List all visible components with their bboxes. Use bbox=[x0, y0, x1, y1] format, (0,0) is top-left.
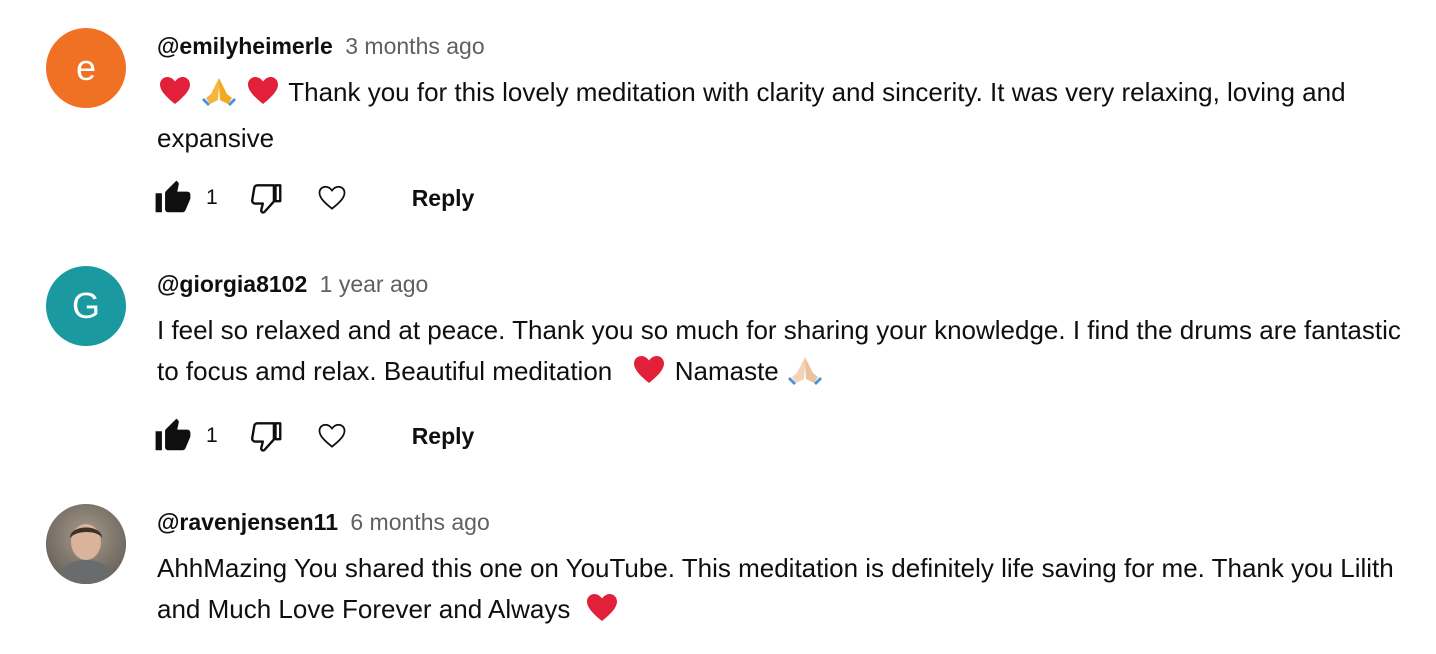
heart-emoji-icon bbox=[247, 76, 279, 118]
avatar[interactable]: G bbox=[46, 266, 126, 346]
comment-timestamp[interactable]: 3 months ago bbox=[345, 33, 484, 59]
avatar-letter: G bbox=[71, 285, 100, 326]
heart-emoji-icon bbox=[633, 355, 665, 397]
folded-hands-emoji-icon bbox=[788, 355, 822, 397]
like-count: 1 bbox=[206, 424, 218, 447]
avatar[interactable] bbox=[46, 504, 126, 584]
comment-text: I feel so relaxed and at peace. Thank yo… bbox=[157, 310, 1407, 397]
comment-body: Thank you for this lovely meditation wit… bbox=[157, 77, 1346, 153]
author-name[interactable]: @giorgia8102 bbox=[157, 271, 307, 297]
comment-body-part1: I feel so relaxed and at peace. Thank yo… bbox=[157, 315, 1401, 386]
thumbs-down-icon[interactable] bbox=[246, 179, 286, 217]
comment-text: Thank you for this lovely meditation wit… bbox=[157, 72, 1407, 159]
avatar-letter: e bbox=[75, 47, 97, 88]
heart-icon[interactable] bbox=[316, 421, 348, 451]
heart-emoji-icon bbox=[159, 76, 191, 118]
comment-actions: 1 Reply bbox=[154, 416, 474, 456]
comment-timestamp[interactable]: 1 year ago bbox=[320, 271, 429, 297]
author-name[interactable]: @emilyheimerle bbox=[157, 33, 333, 59]
like-count: 1 bbox=[206, 186, 218, 209]
avatar[interactable]: e bbox=[46, 28, 126, 108]
comment-header: @giorgia8102 1 year ago bbox=[157, 269, 428, 299]
comment-body-part2: Namaste bbox=[674, 356, 779, 386]
comment-header: @ravenjensen11 6 months ago bbox=[157, 507, 490, 537]
comment-timestamp[interactable]: 6 months ago bbox=[350, 509, 489, 535]
thumbs-up-icon[interactable] bbox=[154, 417, 192, 455]
reply-button[interactable]: Reply bbox=[412, 185, 475, 212]
heart-emoji-icon bbox=[586, 593, 618, 635]
author-name[interactable]: @ravenjensen11 bbox=[157, 509, 338, 535]
comment-header: @emilyheimerle 3 months ago bbox=[157, 31, 485, 61]
reply-button[interactable]: Reply bbox=[412, 423, 475, 450]
thumbs-up-icon[interactable] bbox=[154, 179, 192, 217]
profile-photo-icon bbox=[46, 504, 126, 584]
comment-actions: 1 Reply bbox=[154, 178, 474, 218]
comment-body: AhhMazing You shared this one on YouTube… bbox=[157, 553, 1394, 624]
folded-hands-emoji-icon bbox=[202, 76, 237, 118]
heart-icon[interactable] bbox=[316, 183, 348, 213]
thumbs-down-icon[interactable] bbox=[246, 417, 286, 455]
comment-text: AhhMazing You shared this one on YouTube… bbox=[157, 548, 1407, 635]
